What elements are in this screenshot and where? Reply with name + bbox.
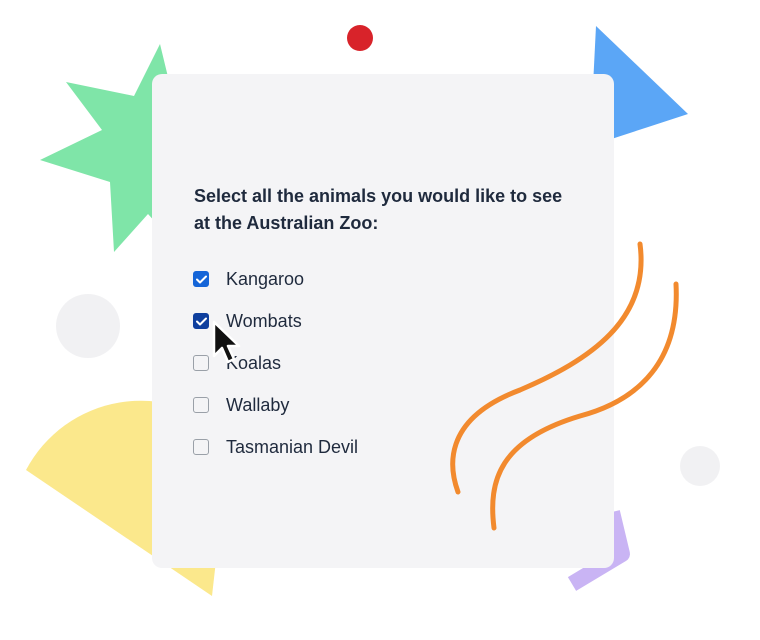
question-text: Select all the animals you would like to…: [194, 186, 563, 233]
option-wallaby[interactable]: Wallaby: [193, 384, 358, 426]
white-dot-shape: [680, 446, 720, 486]
checkbox-wallaby[interactable]: [193, 397, 209, 413]
checkbox-tasmanian-devil[interactable]: [193, 439, 209, 455]
checkbox-wombats[interactable]: [193, 313, 209, 329]
option-label: Wallaby: [226, 394, 290, 415]
white-circle-shape: [56, 294, 120, 358]
red-dot-shape: [347, 25, 373, 51]
checkbox-kangaroo[interactable]: [193, 271, 209, 287]
option-kangaroo[interactable]: Kangaroo: [193, 258, 358, 300]
option-label: Kangaroo: [226, 268, 305, 289]
option-label: Tasmanian Devil: [226, 436, 359, 457]
mouse-pointer-icon: [212, 320, 241, 364]
check-icon: [195, 317, 207, 325]
check-icon: [195, 275, 207, 283]
option-tasmanian-devil[interactable]: Tasmanian Devil: [193, 426, 358, 468]
checkbox-koalas[interactable]: [193, 355, 209, 371]
